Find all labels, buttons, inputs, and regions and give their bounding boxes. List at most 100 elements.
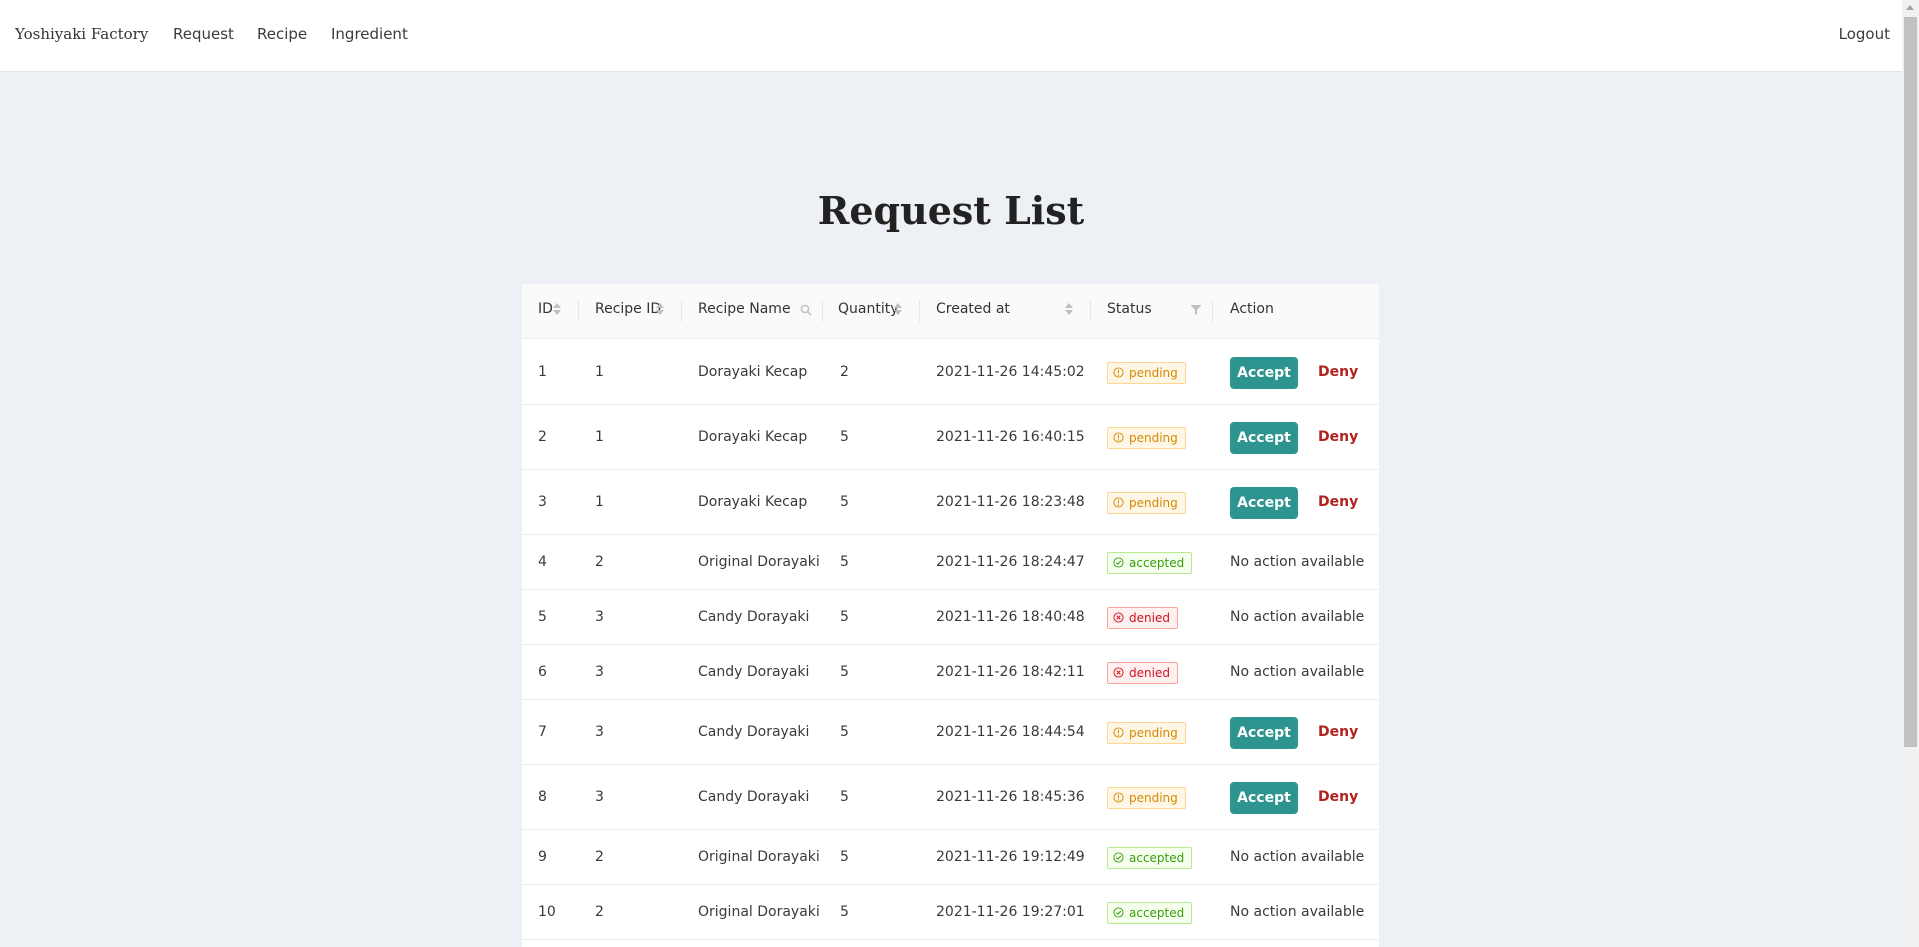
cell-quantity: 5 bbox=[840, 664, 849, 680]
status-badge: accepted bbox=[1107, 552, 1193, 574]
check-circle-icon bbox=[1113, 852, 1124, 863]
cell-quantity: 5 bbox=[840, 789, 849, 805]
sort-quantity-icon[interactable] bbox=[894, 303, 902, 317]
status-badge: pending bbox=[1107, 362, 1186, 384]
accept-button[interactable]: Accept bbox=[1230, 782, 1298, 814]
no-action-text: No action available bbox=[1230, 609, 1365, 625]
cell-recipe-id: 3 bbox=[595, 609, 604, 625]
table-header: ID Recipe ID Recipe Name Quantity Create… bbox=[522, 284, 1379, 339]
cell-quantity: 5 bbox=[840, 609, 849, 625]
status-text: pending bbox=[1129, 726, 1178, 740]
sort-created-at-icon[interactable] bbox=[1065, 303, 1073, 317]
cell-recipe-id: 3 bbox=[595, 664, 604, 680]
cell-recipe-name: Dorayaki Kecap bbox=[698, 494, 808, 510]
cell-id: 10 bbox=[538, 904, 556, 920]
nav-link-request[interactable]: Request bbox=[173, 25, 234, 43]
status-badge: denied bbox=[1107, 662, 1178, 684]
page-title: Request List bbox=[817, 188, 1085, 233]
cell-recipe-name: Candy Dorayaki bbox=[698, 609, 810, 625]
column-divider bbox=[681, 300, 682, 322]
cell-created-at: 2021-11-26 18:45:36 bbox=[936, 789, 1085, 805]
deny-button[interactable]: Deny bbox=[1318, 364, 1358, 380]
status-text: pending bbox=[1129, 791, 1178, 805]
cell-recipe-name: Candy Dorayaki bbox=[698, 664, 810, 680]
cell-created-at: 2021-11-26 19:27:01 bbox=[936, 904, 1085, 920]
column-header-recipe-id[interactable]: Recipe ID bbox=[595, 301, 661, 317]
cell-recipe-name: Candy Dorayaki bbox=[698, 789, 810, 805]
table-row: 3 1 Dorayaki Kecap 5 2021-11-26 18:23:48 pend… bbox=[522, 470, 1379, 535]
cell-quantity: 5 bbox=[840, 494, 849, 510]
cell-id: 9 bbox=[538, 849, 547, 865]
status-badge: denied bbox=[1107, 607, 1178, 629]
logout-link[interactable]: Logout bbox=[1839, 25, 1890, 43]
status-text: denied bbox=[1129, 611, 1170, 625]
cell-quantity: 2 bbox=[840, 364, 849, 380]
status-text: pending bbox=[1129, 496, 1178, 510]
column-header-id[interactable]: ID bbox=[538, 301, 553, 317]
cell-id: 2 bbox=[538, 429, 547, 445]
cell-recipe-name: Original Dorayaki bbox=[698, 849, 820, 865]
accept-button[interactable]: Accept bbox=[1230, 422, 1298, 454]
no-action-text: No action available bbox=[1230, 849, 1365, 865]
nav-link-recipe[interactable]: Recipe bbox=[257, 25, 307, 43]
sort-id-icon[interactable] bbox=[553, 303, 561, 317]
status-badge: accepted bbox=[1107, 847, 1193, 869]
table-row: 2 1 Dorayaki Kecap 5 2021-11-26 16:40:15 pend… bbox=[522, 405, 1379, 470]
cell-quantity: 5 bbox=[840, 904, 849, 920]
column-divider bbox=[1212, 300, 1213, 322]
accept-button[interactable]: Accept bbox=[1230, 357, 1298, 389]
exclamation-circle-icon bbox=[1113, 497, 1124, 508]
brand-logo[interactable]: Yoshiyaki Factory bbox=[15, 25, 148, 43]
search-icon[interactable] bbox=[800, 304, 812, 316]
cell-quantity: 5 bbox=[840, 554, 849, 570]
cell-recipe-id: 3 bbox=[595, 724, 604, 740]
cell-recipe-name: Candy Dorayaki bbox=[698, 724, 810, 740]
deny-button[interactable]: Deny bbox=[1318, 494, 1358, 510]
table-row: 4 2 Original Dorayaki 5 2021-11-26 18:24:47 a… bbox=[522, 535, 1379, 590]
cell-recipe-id: 2 bbox=[595, 849, 604, 865]
table-row: 8 3 Candy Dorayaki 5 2021-11-26 18:45:36 pend… bbox=[522, 765, 1379, 830]
column-header-created-at[interactable]: Created at bbox=[936, 301, 1010, 317]
nav-link-ingredient[interactable]: Ingredient bbox=[331, 25, 408, 43]
no-action-text: No action available bbox=[1230, 554, 1365, 570]
accept-button[interactable]: Accept bbox=[1230, 717, 1298, 749]
cell-id: 3 bbox=[538, 494, 547, 510]
cell-recipe-id: 2 bbox=[595, 554, 604, 570]
cell-recipe-id: 1 bbox=[595, 429, 604, 445]
cell-recipe-id: 1 bbox=[595, 364, 604, 380]
scroll-up-arrow-icon[interactable] bbox=[1906, 5, 1914, 10]
exclamation-circle-icon bbox=[1113, 367, 1124, 378]
cell-created-at: 2021-11-26 18:40:48 bbox=[936, 609, 1085, 625]
table-row: 5 3 Candy Dorayaki 5 2021-11-26 18:40:48 deni… bbox=[522, 590, 1379, 645]
status-text: accepted bbox=[1129, 906, 1185, 920]
cell-id: 4 bbox=[538, 554, 547, 570]
no-action-text: No action available bbox=[1230, 904, 1365, 920]
close-circle-icon bbox=[1113, 612, 1124, 623]
deny-button[interactable]: Deny bbox=[1318, 724, 1358, 740]
cell-recipe-id: 1 bbox=[595, 494, 604, 510]
filter-icon[interactable] bbox=[1190, 304, 1202, 316]
status-badge: pending bbox=[1107, 787, 1186, 809]
cell-created-at: 2021-11-26 18:42:11 bbox=[936, 664, 1085, 680]
table-row: 6 3 Candy Dorayaki 5 2021-11-26 18:42:11 deni… bbox=[522, 645, 1379, 700]
cell-quantity: 5 bbox=[840, 849, 849, 865]
accept-button[interactable]: Accept bbox=[1230, 487, 1298, 519]
sort-recipe-id-icon[interactable] bbox=[656, 303, 664, 317]
column-divider bbox=[822, 300, 823, 322]
column-header-recipe-name: Recipe Name bbox=[698, 301, 791, 317]
close-circle-icon bbox=[1113, 667, 1124, 678]
cell-created-at: 2021-11-26 14:45:02 bbox=[936, 364, 1085, 380]
cell-id: 5 bbox=[538, 609, 547, 625]
page-scrollbar[interactable] bbox=[1902, 0, 1919, 947]
exclamation-circle-icon bbox=[1113, 792, 1124, 803]
column-header-quantity[interactable]: Quantity bbox=[838, 301, 899, 317]
deny-button[interactable]: Deny bbox=[1318, 429, 1358, 445]
column-divider bbox=[1090, 300, 1091, 322]
check-circle-icon bbox=[1113, 907, 1124, 918]
status-text: denied bbox=[1129, 666, 1170, 680]
deny-button[interactable]: Deny bbox=[1318, 789, 1358, 805]
cell-created-at: 2021-11-26 18:44:54 bbox=[936, 724, 1085, 740]
cell-quantity: 5 bbox=[840, 724, 849, 740]
table-row: 9 2 Original Dorayaki 5 2021-11-26 19:12:49 a… bbox=[522, 830, 1379, 885]
scrollbar-thumb[interactable] bbox=[1904, 17, 1917, 747]
